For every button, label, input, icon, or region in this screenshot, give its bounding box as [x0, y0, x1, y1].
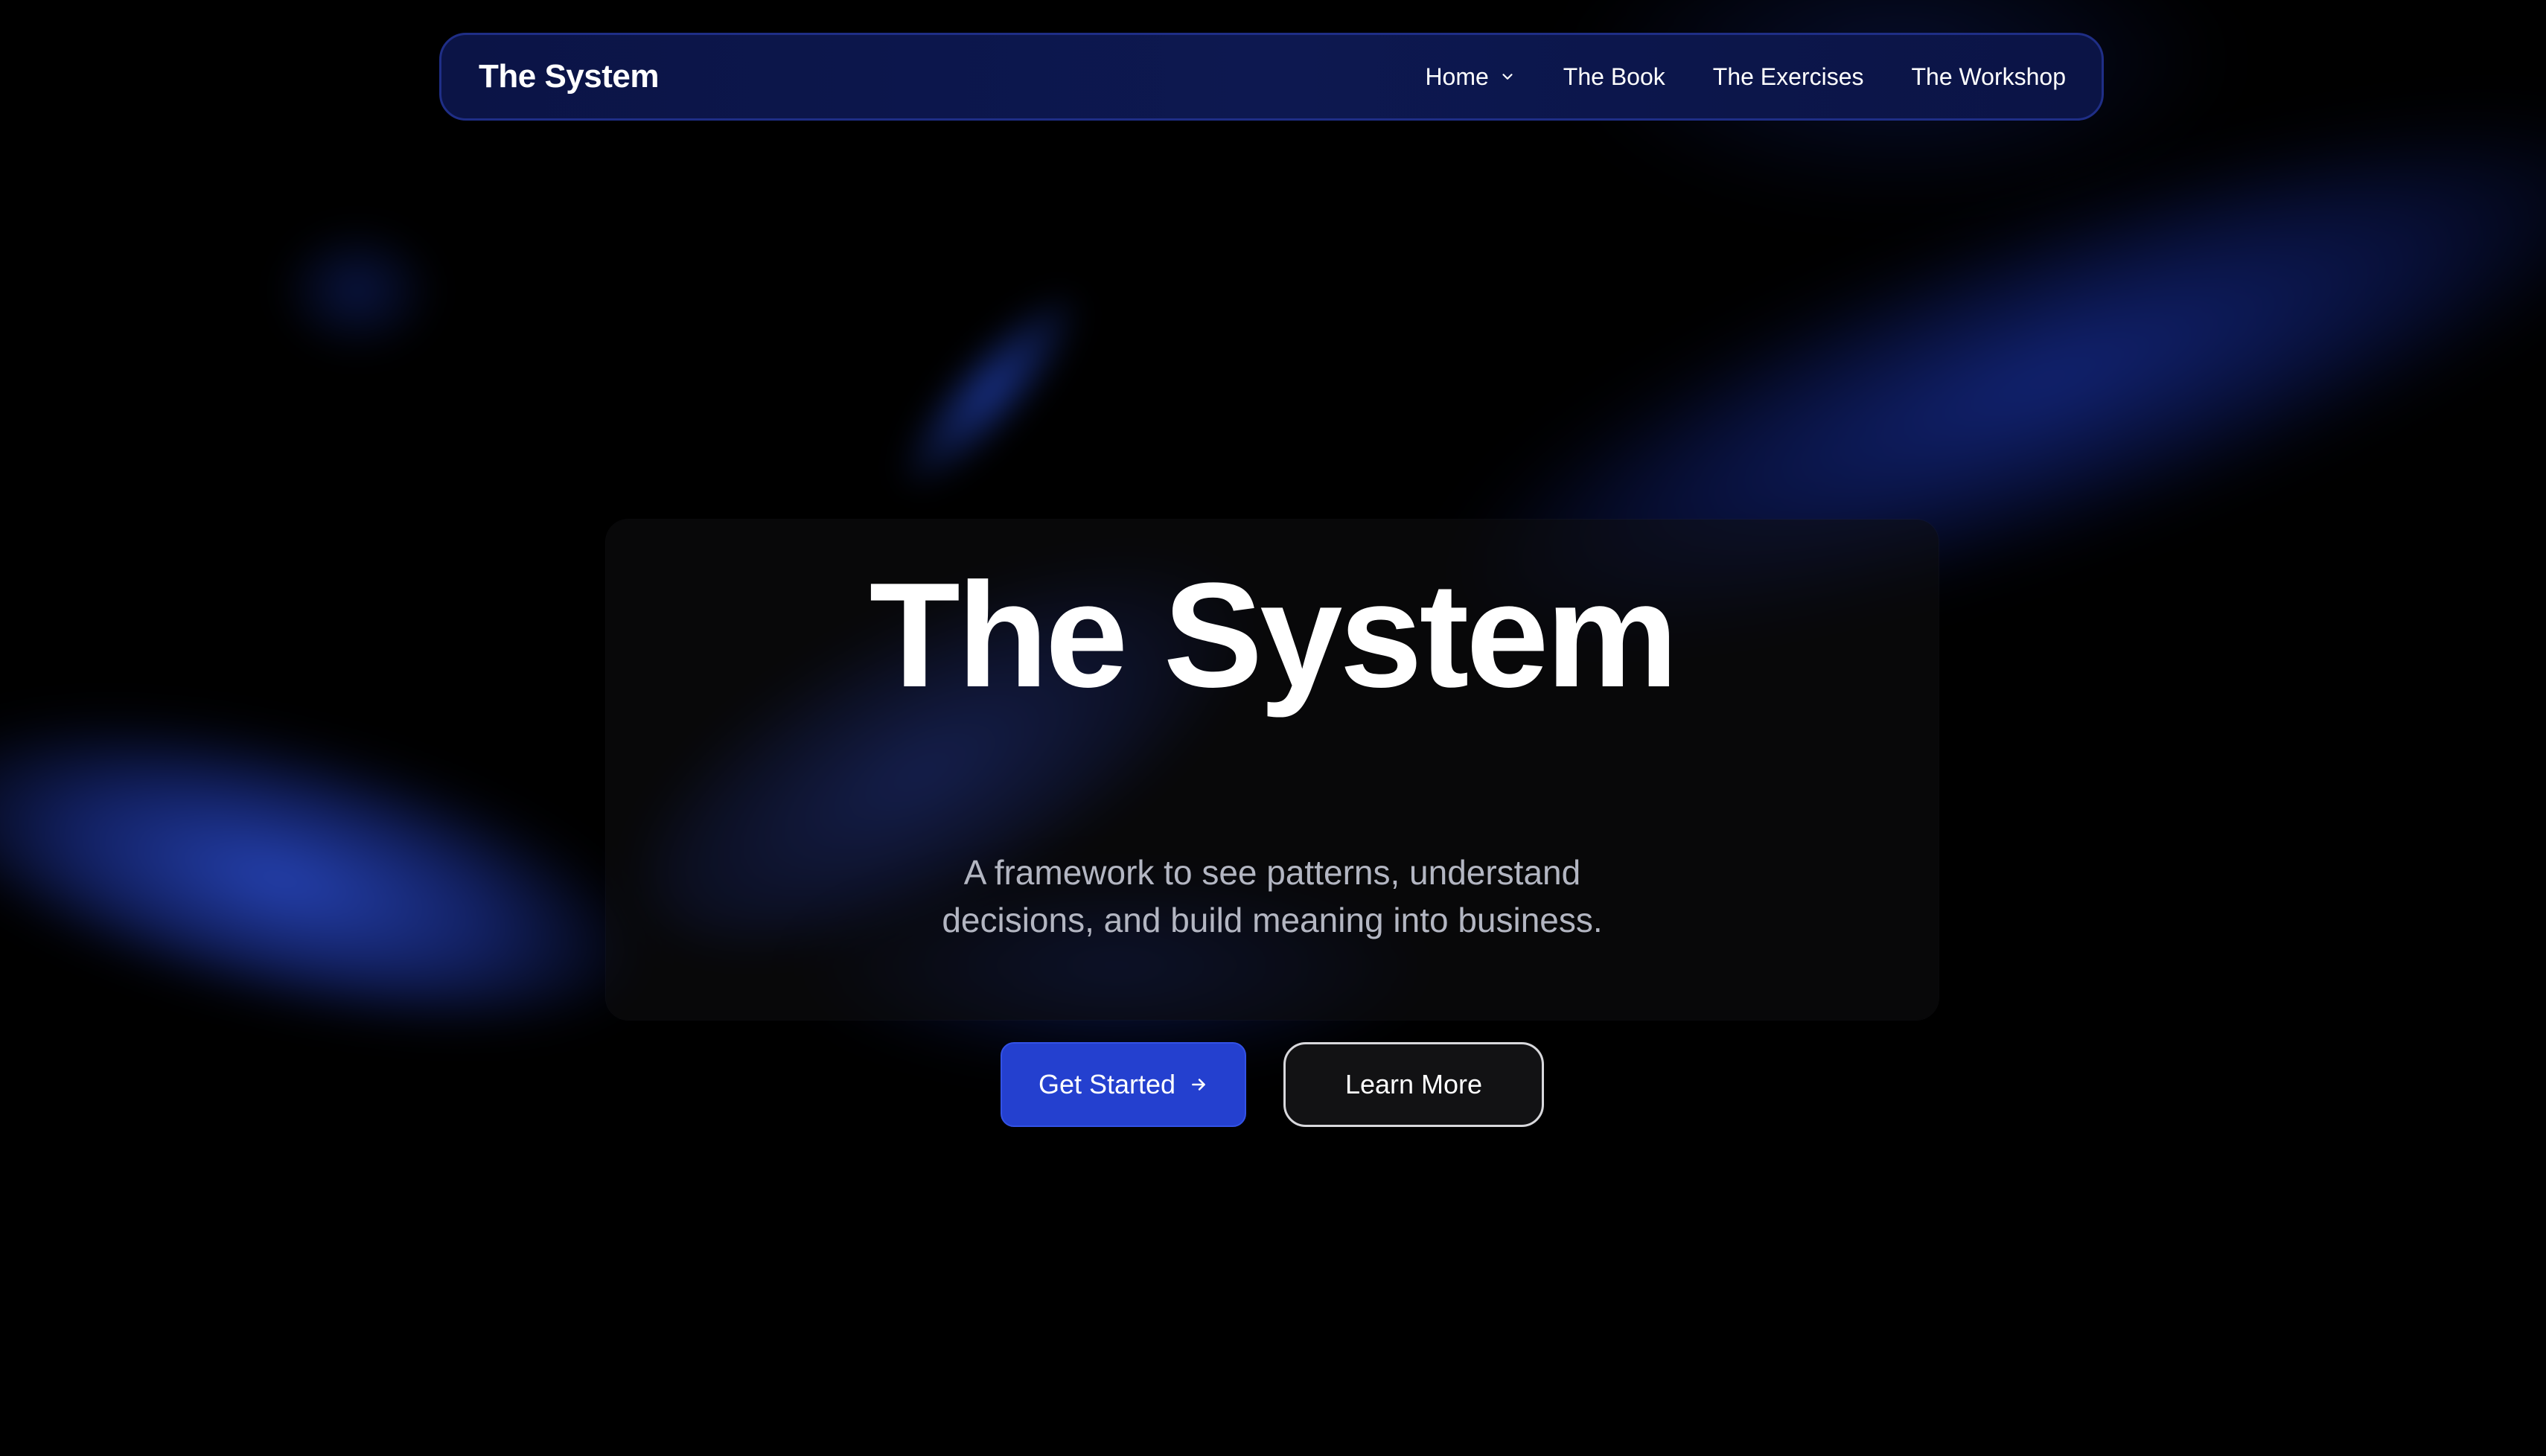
nav-item-home[interactable]: Home [1425, 63, 1515, 91]
nav-item-the-book[interactable]: The Book [1563, 63, 1665, 91]
brand-logo[interactable]: The System [479, 58, 659, 95]
chevron-down-icon [1502, 74, 1513, 80]
nav-links: Home The Book The Exercises The Workshop [1425, 63, 2066, 91]
learn-more-label: Learn More [1344, 1069, 1483, 1099]
nav-item-label: The Workshop [1911, 63, 2067, 90]
navbar: The System Home The Book The Exercises T… [439, 33, 2104, 121]
nav-item-the-exercises[interactable]: The Exercises [1713, 63, 1864, 91]
hero-section: The System A framework to see patterns, … [606, 520, 1939, 1127]
nav-item-label: Home [1425, 63, 1489, 90]
arrow-right-icon [1192, 1079, 1205, 1091]
learn-more-button[interactable]: Learn More [1283, 1042, 1544, 1127]
hero-actions: Get Started Learn More [1001, 1042, 1544, 1127]
nav-item-label: The Exercises [1712, 63, 1864, 90]
get-started-label: Get Started [1038, 1069, 1176, 1099]
get-started-button[interactable]: Get Started [1001, 1042, 1246, 1127]
glow-orb [275, 223, 439, 357]
nav-item-label: The Book [1563, 63, 1665, 90]
glow-left-wave [0, 657, 674, 1077]
nav-item-the-workshop[interactable]: The Workshop [1912, 63, 2067, 91]
glow-left-streak [870, 264, 1111, 518]
hero-title: The System [869, 552, 1679, 718]
hero-subtitle: A framework to see patterns, understand … [942, 853, 1603, 939]
